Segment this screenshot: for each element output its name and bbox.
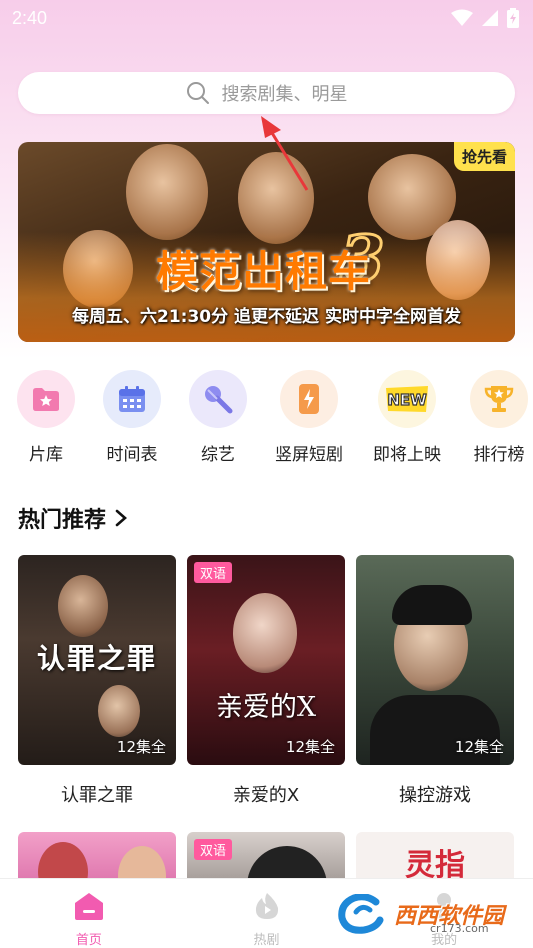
show-card[interactable]: 认罪之罪 12集全 认罪之罪: [18, 555, 176, 807]
category-circle: [470, 370, 528, 428]
category-label: 时间表: [106, 445, 158, 465]
signal-icon: [482, 10, 498, 26]
category-circle: [280, 370, 338, 428]
watermark-url: cr173.com: [430, 922, 489, 935]
banner-subtitle: 每周五、六21:30分 追更不延迟 实时中字全网首发: [72, 307, 461, 327]
show-poster: 12集全: [356, 555, 514, 765]
search-icon: [186, 82, 209, 104]
status-icons: [451, 8, 519, 28]
episode-count: 12集全: [285, 738, 335, 756]
poster-hair: [392, 585, 472, 625]
new-badge-icon: NEW: [386, 386, 428, 412]
tab-label: 首页: [75, 933, 102, 948]
show-poster: 认罪之罪 12集全: [18, 555, 176, 765]
banner-badge: 抢先看: [453, 142, 515, 171]
tab-hot-drama[interactable]: 热剧: [178, 879, 356, 948]
tab-home[interactable]: 首页: [0, 879, 178, 948]
category-row: 片库 时间表 综艺 竖屏短剧 NEW 即将上映 排行榜: [0, 370, 533, 465]
trophy-icon: [484, 386, 514, 412]
category-label: 竖屏短剧: [275, 445, 343, 465]
show-title: 认罪之罪: [61, 785, 133, 806]
category-short-drama[interactable]: 竖屏短剧: [269, 370, 349, 465]
battery-icon: [507, 8, 519, 28]
category-schedule[interactable]: 时间表: [92, 370, 172, 465]
category-circle: NEW: [378, 370, 436, 428]
banner-title: 模范出租车: [156, 247, 372, 296]
poster-title: 灵指: [405, 848, 465, 878]
episode-count: 12集全: [454, 738, 504, 756]
search-placeholder: 搜索剧集、明星: [221, 84, 348, 105]
calendar-icon: [119, 386, 145, 412]
category-variety[interactable]: 综艺: [178, 370, 258, 465]
category-label: 即将上映: [373, 445, 441, 465]
status-time: 2:40: [12, 7, 48, 28]
category-circle: [189, 370, 247, 428]
category-ranking[interactable]: 排行榜: [459, 370, 533, 465]
poster-face: [118, 846, 166, 878]
category-circle: [103, 370, 161, 428]
category-coming-soon[interactable]: NEW 即将上映: [367, 370, 447, 465]
poster-face: [98, 685, 140, 737]
category-library[interactable]: 片库: [6, 370, 86, 465]
watermark: 西西软件园 cr173.com: [336, 894, 504, 935]
category-label: 片库: [29, 445, 63, 465]
poster-title: 亲爱的X: [215, 692, 317, 723]
episode-count: 12集全: [116, 738, 166, 756]
show-card[interactable]: 12集全 操控游戏: [356, 555, 514, 807]
show-title: 亲爱的X: [232, 785, 300, 806]
chevron-right-icon: [115, 509, 127, 527]
show-poster: [18, 832, 176, 878]
poster-face: [233, 593, 297, 673]
section-title: 热门推荐: [18, 508, 107, 533]
category-label: 综艺: [201, 445, 235, 465]
phone-bolt-icon: [299, 384, 319, 414]
watermark-logo-icon: [338, 894, 384, 934]
show-poster: 双语 亲爱的X 12集全: [187, 555, 345, 765]
home-icon: [74, 893, 103, 920]
poster-face: [58, 575, 108, 637]
section-hot-recommend[interactable]: 热门推荐: [18, 502, 128, 534]
show-title: 操控游戏: [399, 785, 471, 806]
poster-title: 认罪之罪: [36, 642, 157, 675]
poster-face: [38, 842, 88, 878]
svg-text:NEW: NEW: [387, 391, 427, 409]
category-circle: [17, 370, 75, 428]
annotation-arrow: [261, 116, 309, 191]
poster-hat: [247, 846, 327, 878]
status-bar: 2:40: [0, 0, 533, 36]
category-label: 排行榜: [473, 445, 525, 465]
star-folder-icon: [33, 388, 59, 411]
show-poster: 灵指: [356, 832, 514, 878]
flame-play-icon: [255, 893, 278, 919]
wifi-icon: [451, 9, 473, 26]
show-card[interactable]: 双语: [187, 832, 345, 878]
language-tag: 双语: [194, 839, 233, 860]
tab-label: 热剧: [253, 933, 280, 948]
microphone-icon: [205, 386, 233, 414]
show-card[interactable]: 双语 亲爱的X 12集全 亲爱的X: [187, 555, 345, 807]
show-card[interactable]: 灵指: [356, 832, 514, 878]
search-bar[interactable]: 搜索剧集、明星: [18, 72, 515, 114]
language-tag: 双语: [194, 562, 233, 583]
show-card[interactable]: [18, 832, 176, 878]
show-poster: 双语: [187, 832, 345, 878]
banner-actor-1: [126, 144, 208, 240]
